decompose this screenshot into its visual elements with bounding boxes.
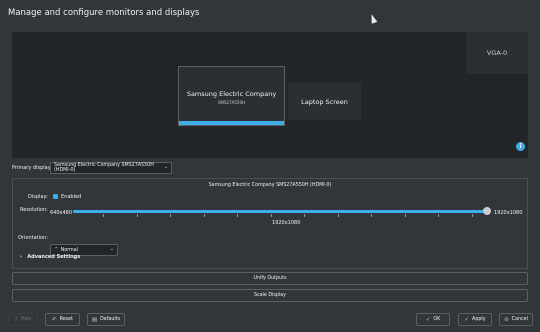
apply-button[interactable]: ✓ Apply bbox=[458, 313, 492, 326]
defaults-label: Defaults bbox=[100, 317, 121, 322]
slider-tick bbox=[304, 214, 305, 217]
defaults-icon: ▤ bbox=[91, 316, 98, 323]
check-icon: ✓ bbox=[425, 316, 431, 323]
ok-label: OK bbox=[433, 317, 441, 322]
slider-tick bbox=[338, 214, 339, 217]
chevron-right-icon: › bbox=[20, 254, 23, 260]
check-icon: ✓ bbox=[464, 316, 470, 323]
slider-tick bbox=[103, 214, 104, 217]
slider-tick bbox=[170, 214, 171, 217]
monitor-samsung-name: Samsung Electric Company bbox=[186, 90, 277, 98]
monitor-laptop[interactable]: Laptop Screen bbox=[288, 83, 361, 120]
apply-label: Apply bbox=[472, 317, 486, 322]
advanced-settings-label: Advanced Settings bbox=[27, 254, 81, 260]
slider-tick bbox=[405, 214, 406, 217]
scale-display-label: Scale Display bbox=[253, 293, 287, 298]
resolution-label: Resolution: bbox=[20, 207, 48, 213]
reset-button[interactable]: ↶ Reset bbox=[45, 313, 80, 326]
monitor-vga-label: VGA-0 bbox=[486, 49, 508, 57]
slider-tick bbox=[472, 214, 473, 217]
window-title: Manage and configure monitors and displa… bbox=[8, 8, 200, 18]
resolution-slider-track[interactable] bbox=[73, 210, 488, 213]
enabled-label[interactable]: Enabled bbox=[61, 194, 81, 200]
cancel-button[interactable]: ⊘ Cancel bbox=[499, 313, 533, 326]
resolution-max: 1920x1080 bbox=[494, 210, 523, 216]
primary-display-combo[interactable]: Samsung Electric Company SMS27A550H (HDM… bbox=[50, 162, 172, 174]
slider-tick bbox=[204, 214, 205, 217]
slider-tick bbox=[137, 214, 138, 217]
advanced-settings-toggle[interactable]: › Advanced Settings bbox=[20, 254, 80, 260]
unify-outputs-button[interactable]: Unify Outputs bbox=[12, 272, 528, 285]
primary-display-label: Primary display: bbox=[12, 165, 52, 171]
resolution-slider-handle[interactable] bbox=[483, 207, 491, 215]
resolution-current: 1920x1080 bbox=[272, 220, 301, 226]
unify-outputs-label: Unify Outputs bbox=[253, 276, 287, 281]
chevron-down-icon: ⌄ bbox=[163, 164, 168, 170]
monitor-laptop-label: Laptop Screen bbox=[301, 97, 348, 106]
slider-tick bbox=[237, 214, 238, 217]
scale-display-button[interactable]: Scale Display bbox=[12, 289, 528, 302]
cancel-label: Cancel bbox=[511, 317, 528, 322]
help-label: Help bbox=[20, 317, 32, 322]
cancel-icon: ⊘ bbox=[504, 316, 509, 323]
orientation-icon: ⌃ bbox=[54, 247, 59, 253]
help-icon: ? bbox=[14, 316, 18, 323]
slider-tick bbox=[271, 214, 272, 217]
primary-indicator-bar bbox=[179, 121, 284, 125]
monitor-samsung[interactable]: Samsung Electric Company SMS27A550H bbox=[178, 66, 285, 126]
monitor-vga[interactable]: VGA-0 bbox=[466, 32, 528, 74]
output-name: Samsung Electric Company SMS27A550H (HDM… bbox=[208, 183, 332, 188]
info-icon[interactable]: i bbox=[516, 142, 525, 151]
ok-button[interactable]: ✓ OK bbox=[416, 313, 450, 326]
monitor-samsung-model: SMS27A550H bbox=[218, 100, 245, 105]
reset-icon: ↶ bbox=[51, 316, 57, 323]
orientation-label: Orientation: bbox=[18, 235, 48, 241]
mouse-cursor-icon bbox=[368, 13, 378, 24]
enabled-checkbox[interactable] bbox=[53, 194, 58, 199]
reset-label: Reset bbox=[59, 317, 73, 322]
defaults-button[interactable]: ▤ Defaults bbox=[87, 313, 125, 326]
chevron-down-icon: ⌄ bbox=[109, 246, 114, 252]
primary-display-value: Samsung Electric Company SMS27A550H (HDM… bbox=[54, 163, 154, 173]
slider-tick bbox=[371, 214, 372, 217]
resolution-min: 640x480 bbox=[50, 210, 73, 216]
orientation-value: Normal bbox=[60, 247, 78, 253]
display-label: Display: bbox=[28, 194, 48, 200]
help-button[interactable]: ? Help bbox=[8, 313, 38, 326]
slider-tick bbox=[438, 214, 439, 217]
